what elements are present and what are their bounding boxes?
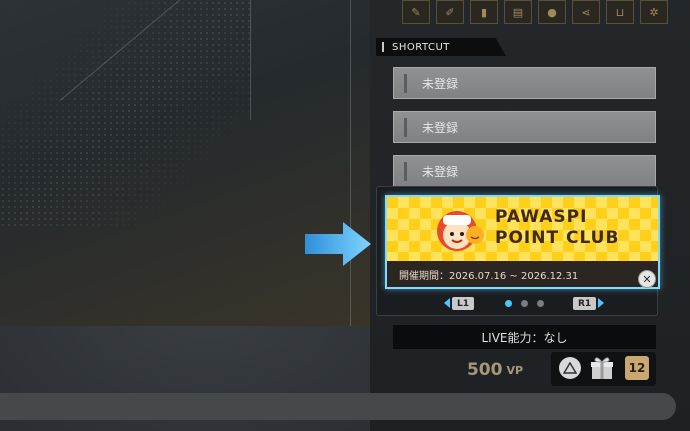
count-badge: 12: [625, 356, 649, 380]
slot-label: 未登録: [422, 164, 459, 179]
slot-label: 未登録: [422, 120, 459, 135]
page-dot[interactable]: [505, 300, 512, 307]
vp-amount: 500: [466, 360, 503, 380]
gear-icon[interactable]: ✲: [640, 0, 668, 24]
deco-line: [250, 0, 251, 120]
banner-artwork: PAWASPI POINT CLUB: [387, 197, 658, 261]
shortcut-header: SHORTCUT: [376, 38, 506, 56]
vp-unit: VP: [506, 363, 524, 377]
document-icon[interactable]: ▤: [504, 0, 532, 24]
edit-icon[interactable]: ✐: [436, 0, 464, 24]
shortcut-slot[interactable]: 未登録: [393, 111, 656, 143]
book-icon[interactable]: ▮: [470, 0, 498, 24]
vp-value: 500 VP: [440, 355, 550, 385]
chevron-right-icon[interactable]: [598, 298, 604, 308]
triangle-button-icon[interactable]: [559, 357, 581, 379]
page-dot[interactable]: [521, 300, 528, 307]
banner-title-line2: POINT CLUB: [495, 228, 620, 248]
arrow-right-icon: [305, 222, 371, 266]
chevron-left-icon[interactable]: [444, 298, 450, 308]
page-dot[interactable]: [537, 300, 544, 307]
preview-panel: [0, 0, 370, 326]
l1-button[interactable]: L1: [452, 297, 474, 310]
close-icon[interactable]: ✕: [638, 270, 656, 288]
slot-label: 未登録: [422, 76, 459, 91]
top-toolbar: ✎ ✐ ▮ ▤ ● ⋖ ⊔ ✲: [402, 0, 668, 24]
banner-period: 開催期間：2026.07.16 ~ 2026.12.31: [387, 261, 658, 287]
mascot-icon: [437, 211, 484, 251]
shortcut-slot[interactable]: 未登録: [393, 67, 656, 99]
cart-icon[interactable]: ⊔: [606, 0, 634, 24]
person-icon[interactable]: ●: [538, 0, 566, 24]
event-banner[interactable]: PAWASPI POINT CLUB 開催期間：2026.07.16 ~ 202…: [385, 195, 660, 289]
shortcut-slot[interactable]: 未登録: [393, 155, 656, 187]
banner-title-line1: PAWASPI: [495, 207, 588, 227]
live-ability: LIVE能力：なし: [393, 325, 656, 349]
r1-button[interactable]: R1: [573, 297, 597, 310]
deco-line: [350, 0, 351, 326]
dot-pattern: [0, 0, 250, 230]
banner-title: PAWASPI POINT CLUB: [495, 207, 619, 249]
gift-icon[interactable]: [589, 355, 615, 381]
bottom-bar: [0, 393, 676, 420]
share-icon[interactable]: ⋖: [572, 0, 600, 24]
pencil-icon[interactable]: ✎: [402, 0, 430, 24]
